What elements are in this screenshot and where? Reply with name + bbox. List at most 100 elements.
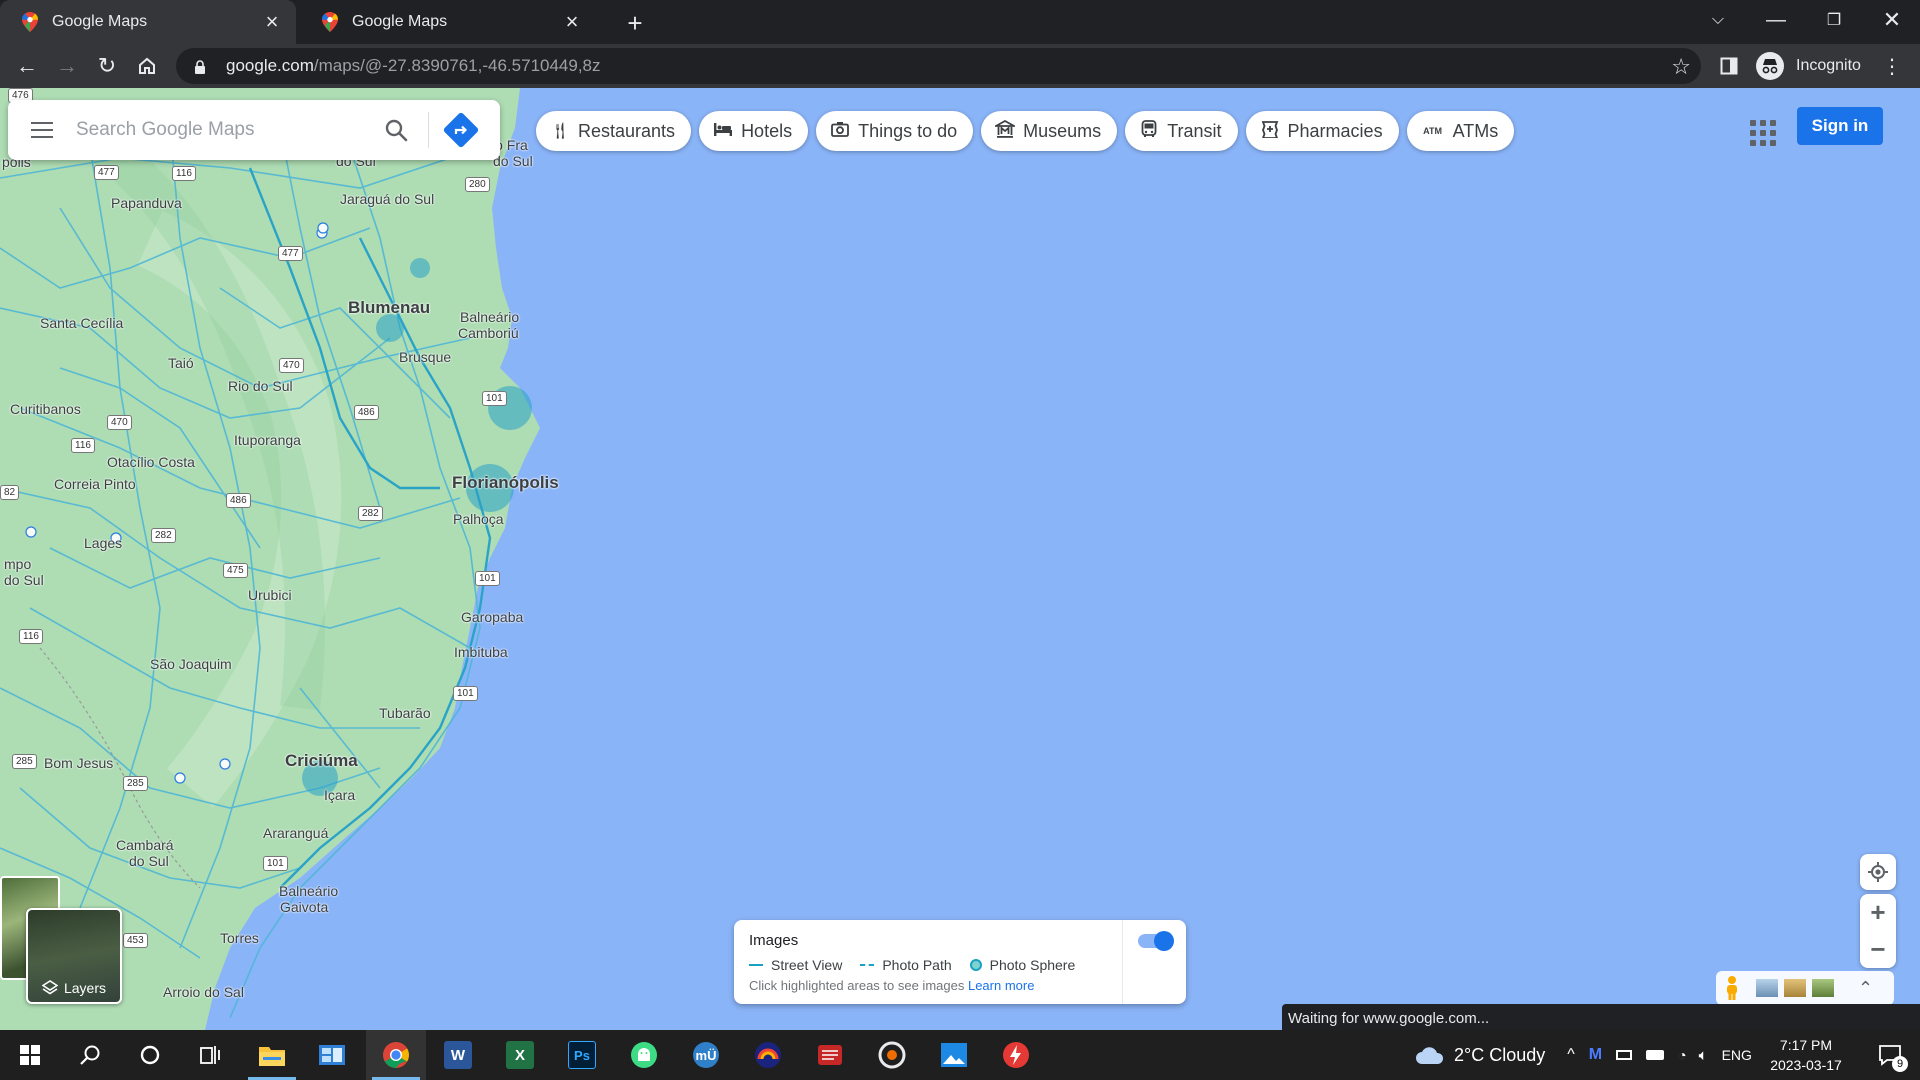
volume-icon[interactable]: 🔈︎	[1699, 1047, 1708, 1064]
action-center-button[interactable]: 9	[1860, 1030, 1920, 1080]
restore-button[interactable]: ❐	[1806, 0, 1862, 40]
map-label-sao-joaquim[interactable]: São Joaquim	[150, 656, 232, 672]
map-label-campo[interactable]: mpo	[4, 556, 31, 572]
chip-transit[interactable]: Transit	[1125, 111, 1238, 151]
search-button[interactable]	[374, 108, 418, 152]
chip-restaurants[interactable]: 🍴︎ Restaurants	[536, 111, 692, 151]
tab-search-button[interactable]: ⌵	[1690, 0, 1746, 40]
chevron-up-icon[interactable]: ^	[1567, 1046, 1575, 1064]
side-panel-button[interactable]	[1713, 50, 1745, 82]
clock[interactable]: 7:17 PM 2023-03-17	[1768, 1035, 1844, 1075]
zoom-in-button[interactable]: +	[1860, 894, 1896, 931]
app-disc-button[interactable]	[862, 1030, 922, 1080]
map-label-ituporanga[interactable]: Ituporanga	[234, 432, 301, 448]
app-m-tray-icon[interactable]: M	[1589, 1046, 1602, 1064]
map-label-icara[interactable]: Içara	[324, 787, 355, 803]
minimize-button[interactable]: —	[1748, 0, 1804, 40]
wifi-icon[interactable]: ◔	[1678, 1047, 1686, 1063]
home-button[interactable]	[131, 50, 163, 82]
photos-button[interactable]	[924, 1030, 984, 1080]
chrome-button[interactable]	[366, 1030, 426, 1080]
imagery-thumbnail[interactable]	[1756, 979, 1778, 997]
app-mu-button[interactable]: mÜ	[676, 1030, 736, 1080]
bookmark-star-icon[interactable]: ☆	[1671, 54, 1691, 80]
map-label-palhoca[interactable]: Palhoça	[453, 511, 504, 527]
zoom-out-button[interactable]: −	[1860, 931, 1896, 968]
chip-atms[interactable]: ATM ATMs	[1406, 111, 1515, 151]
back-button[interactable]: ←	[11, 50, 43, 82]
layers-button[interactable]: Layers	[26, 908, 122, 1004]
reload-button[interactable]: ↻	[91, 50, 123, 82]
learn-more-link[interactable]: Learn more	[968, 978, 1034, 993]
weather-cloud-icon[interactable]	[1414, 1045, 1446, 1065]
map-label-jaragua[interactable]: Jaraguá do Sul	[340, 191, 434, 207]
map-label-rio-do-sul[interactable]: Rio do Sul	[228, 378, 293, 394]
usb-icon[interactable]	[1616, 1050, 1633, 1060]
map-label-criciuma[interactable]: Criciúma	[285, 751, 358, 771]
forward-button[interactable]: →	[51, 50, 83, 82]
map-label-correia-pinto[interactable]: Correia Pinto	[54, 476, 136, 492]
taskbar-search-button[interactable]	[60, 1030, 120, 1080]
app-flash-button[interactable]	[986, 1030, 1046, 1080]
my-location-button[interactable]	[1860, 854, 1896, 890]
map-label-balneario-camboriu-2[interactable]: Camboriú	[458, 325, 519, 341]
close-tab-icon[interactable]: ×	[260, 9, 284, 35]
close-window-button[interactable]: ✕	[1864, 0, 1920, 40]
weather-text[interactable]: 2°C Cloudy	[1454, 1045, 1545, 1066]
imagery-thumbnail[interactable]	[1784, 979, 1806, 997]
address-bar[interactable]: google.com/maps/@-27.8390761,-46.5710449…	[176, 48, 1701, 84]
menu-button[interactable]	[8, 100, 76, 160]
chip-things-to-do[interactable]: Things to do	[816, 111, 974, 151]
task-view-button[interactable]	[180, 1030, 240, 1080]
incognito-profile-button[interactable]: Incognito	[1756, 48, 1861, 84]
chip-museums[interactable]: Museums	[981, 111, 1118, 151]
tab-google-maps-1[interactable]: Google Maps ×	[0, 0, 296, 44]
images-toggle[interactable]	[1138, 931, 1174, 951]
map-label-blumenau[interactable]: Blumenau	[348, 298, 430, 318]
map-label-garopaba[interactable]: Garopaba	[461, 609, 523, 625]
map-label-balneario-gaivota-2[interactable]: Gaivota	[280, 899, 328, 915]
map-label-bom-jesus[interactable]: Bom Jesus	[44, 755, 113, 771]
file-explorer-button[interactable]	[242, 1030, 302, 1080]
tab-google-maps-2[interactable]: Google Maps ×	[300, 0, 596, 44]
map-label-taio[interactable]: Taió	[168, 355, 194, 371]
app-red-button[interactable]	[800, 1030, 860, 1080]
google-apps-button[interactable]	[1744, 114, 1776, 146]
map-label-curitibanos[interactable]: Curitibanos	[10, 401, 81, 417]
map-label-urubici[interactable]: Urubici	[248, 587, 292, 603]
map-label-tubarao[interactable]: Tubarão	[379, 705, 431, 721]
android-app-button[interactable]	[614, 1030, 674, 1080]
close-tab-icon[interactable]: ×	[560, 9, 584, 35]
map-label-papanduva[interactable]: Papanduva	[111, 195, 182, 211]
map-label-brusque[interactable]: Brusque	[399, 349, 451, 365]
map-label-cambara-2[interactable]: do Sul	[129, 853, 169, 869]
app-rainbow-button[interactable]	[738, 1030, 798, 1080]
search-input[interactable]	[76, 119, 366, 141]
map-label-balneario-gaivota[interactable]: Balneário	[279, 883, 338, 899]
map-label-balneario-camboriu[interactable]: Balneário	[460, 309, 519, 325]
imagery-thumbnail[interactable]	[1812, 979, 1834, 997]
battery-icon[interactable]	[1646, 1050, 1665, 1060]
map-label-otacilio[interactable]: Otacílio Costa	[107, 454, 195, 470]
map-label-do-sul-left-2[interactable]: do Sul	[4, 572, 44, 588]
word-button[interactable]: W	[428, 1030, 488, 1080]
map-canvas[interactable]: Blumenau Florianópolis Criciúma Jaraguá …	[0, 88, 1920, 1030]
map-label-imbituba[interactable]: Imbituba	[454, 644, 508, 660]
start-button[interactable]	[0, 1030, 60, 1080]
language-indicator[interactable]: ENG	[1722, 1047, 1752, 1063]
pegman-icon[interactable]	[1724, 975, 1740, 1001]
directions-button[interactable]	[439, 108, 483, 152]
map-label-florianopolis[interactable]: Florianópolis	[452, 473, 559, 493]
new-tab-button[interactable]: +	[620, 8, 650, 38]
control-panel-button[interactable]	[302, 1030, 362, 1080]
browser-menu-button[interactable]: ⋮	[1876, 50, 1908, 82]
chevron-up-icon[interactable]: ⌃	[1858, 978, 1873, 999]
map-label-lages[interactable]: Lages	[84, 535, 122, 551]
map-label-santa-cecilia[interactable]: Santa Cecília	[40, 315, 123, 331]
chip-pharmacies[interactable]: Pharmacies	[1245, 111, 1399, 151]
map-label-cambara[interactable]: Cambará	[116, 837, 174, 853]
map-label-torres[interactable]: Torres	[220, 930, 259, 946]
excel-button[interactable]: X	[490, 1030, 550, 1080]
photoshop-button[interactable]: Ps	[552, 1030, 612, 1080]
chip-hotels[interactable]: Hotels	[699, 111, 809, 151]
